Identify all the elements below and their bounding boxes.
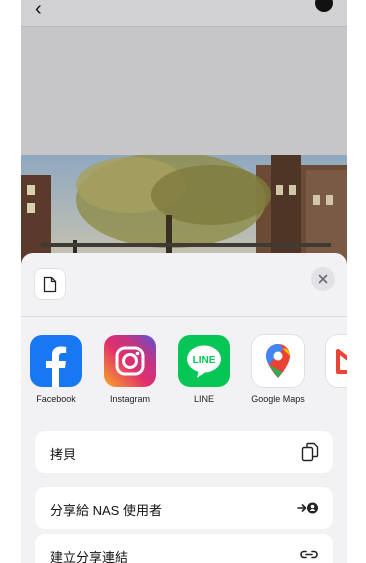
top-navigation-bar: ‹: [21, 0, 347, 27]
action-share-to-nas-user[interactable]: 分享給 NAS 使用者: [35, 487, 333, 529]
app-facebook[interactable]: Facebook: [23, 335, 89, 404]
action-copy[interactable]: 拷貝: [35, 431, 333, 473]
facebook-icon: [30, 335, 82, 387]
google-maps-icon: [252, 335, 304, 387]
app-label: Google Maps: [251, 394, 305, 404]
svg-text:LINE: LINE: [193, 355, 216, 366]
app-google-maps[interactable]: Google Maps: [245, 335, 311, 404]
link-icon: [299, 545, 319, 563]
app-line[interactable]: LINE LINE: [171, 335, 237, 404]
app-gmail[interactable]: G: [319, 335, 347, 404]
info-icon[interactable]: [315, 0, 333, 12]
document-icon: [43, 276, 57, 292]
copy-icon: [301, 442, 319, 467]
gmail-icon: [326, 335, 347, 387]
city-street-photo: [21, 155, 347, 265]
close-button[interactable]: [311, 267, 335, 291]
action-create-share-link[interactable]: 建立分享連結: [35, 534, 333, 563]
phone-screen: ‹ Facebook Instagram LINE LINE Google Ma…: [21, 0, 347, 563]
image-viewer-background: [21, 27, 347, 155]
photo-preview: [21, 155, 347, 265]
app-label: G: [319, 394, 347, 404]
close-icon: [318, 274, 328, 284]
share-sheet: Facebook Instagram LINE LINE Google Maps…: [21, 253, 347, 563]
action-label: 建立分享連結: [50, 550, 129, 563]
app-instagram[interactable]: Instagram: [97, 335, 163, 404]
app-share-row: Facebook Instagram LINE LINE Google Maps: [21, 335, 347, 405]
line-icon: LINE: [178, 335, 230, 387]
share-user-icon: [297, 498, 319, 520]
file-thumbnail: [35, 269, 65, 299]
instagram-icon: [104, 335, 156, 387]
action-label: 拷貝: [50, 447, 77, 462]
divider: [21, 316, 347, 317]
back-chevron-icon[interactable]: ‹: [35, 0, 42, 19]
app-label: Facebook: [36, 394, 76, 404]
action-label: 分享給 NAS 使用者: [50, 503, 162, 518]
app-label: LINE: [193, 394, 214, 404]
app-label: Instagram: [109, 394, 151, 404]
